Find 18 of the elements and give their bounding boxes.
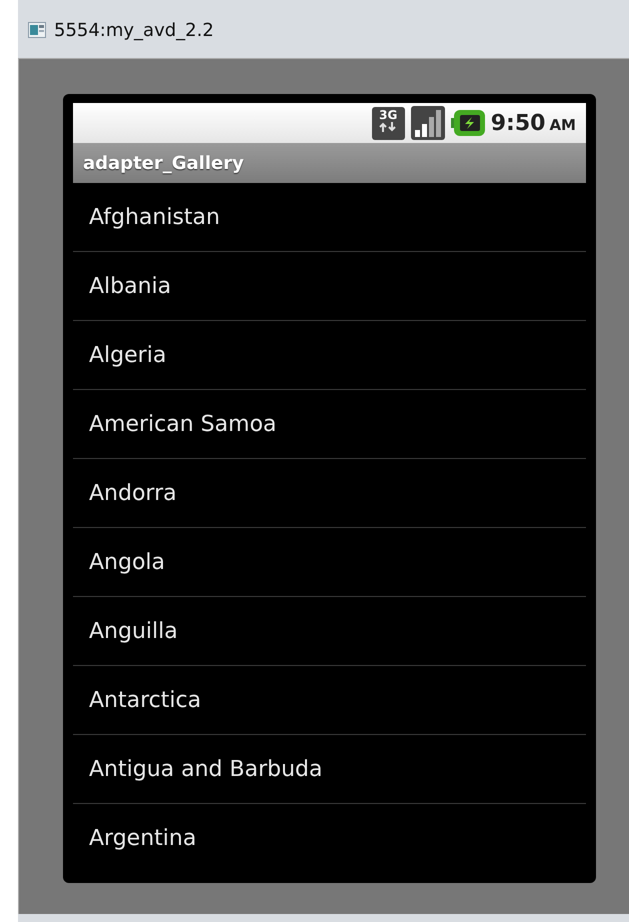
- window-title: 5554:my_avd_2.2: [54, 18, 214, 42]
- list-item[interactable]: Antigua and Barbuda: [89, 752, 322, 786]
- list-item[interactable]: Antarctica: [89, 684, 202, 716]
- signal-icon: [410, 106, 445, 140]
- list-item[interactable]: American Samoa: [89, 408, 277, 440]
- network-indicator: 3G: [372, 106, 405, 140]
- list-item[interactable]: Andorra: [89, 476, 177, 510]
- list-item[interactable]: Afghanistan: [89, 200, 220, 234]
- list-item[interactable]: Anguilla: [89, 614, 178, 648]
- list-item[interactable]: Albania: [89, 270, 172, 302]
- clock-time: 9:50: [490, 110, 546, 138]
- list-item[interactable]: Argentina: [89, 822, 196, 855]
- battery-icon: [450, 109, 485, 137]
- window-app-icon: [28, 22, 46, 38]
- clock-meridiem: AM: [549, 114, 576, 136]
- list-item[interactable]: Algeria: [89, 338, 166, 372]
- app-title: adapter_Gallery: [83, 152, 244, 176]
- list-item[interactable]: Angola: [89, 546, 166, 578]
